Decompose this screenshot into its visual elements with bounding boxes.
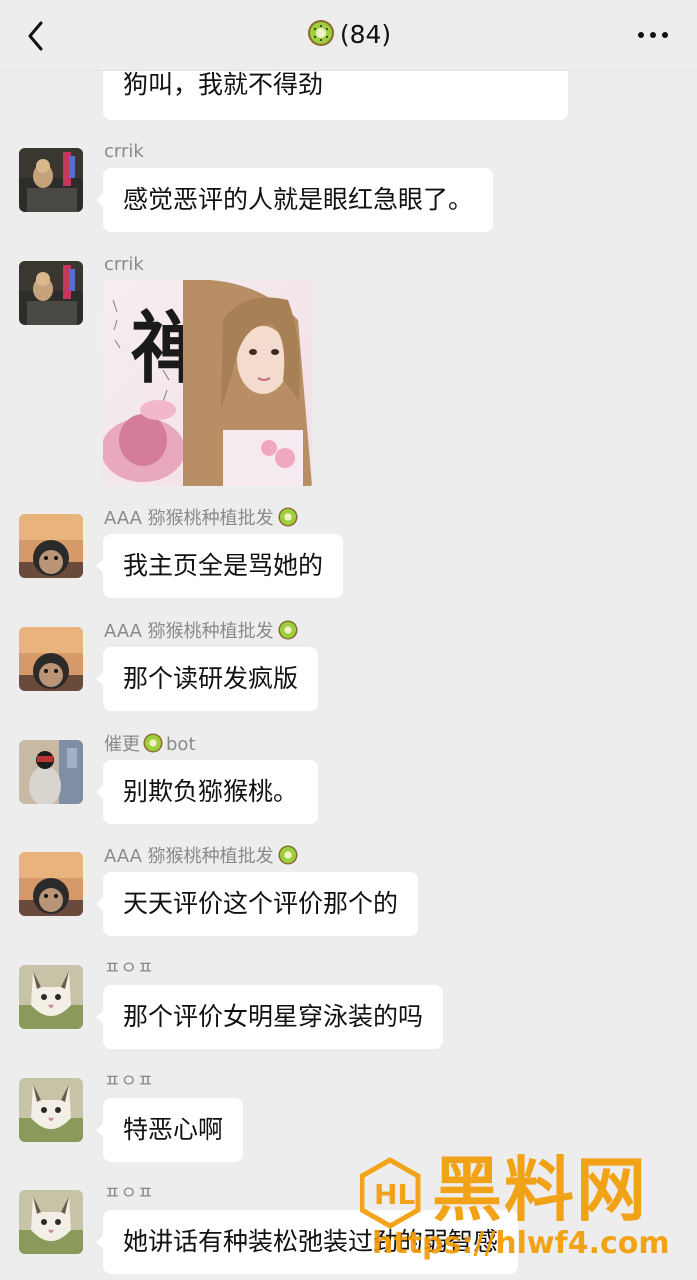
chat-member-count: (84) [339, 20, 392, 49]
message-text: 感觉恶评的人就是眼红急眼了。 [123, 185, 474, 214]
watermark-brand: 黑料网 [432, 1149, 648, 1231]
avatar[interactable] [19, 514, 83, 578]
message-text: 狗叫，我就不得劲 [123, 70, 324, 99]
sticker-image[interactable]: 禅 [103, 280, 312, 486]
message-bubble[interactable]: 那个读研发疯版 [95, 647, 319, 711]
sender-name: AAA 猕猴桃种植批发 [104, 506, 299, 535]
sender-name: ㅍㅇㅍ [104, 1183, 154, 1204]
message-text: 天天评价这个评价那个的 [123, 889, 399, 918]
watermark-url: https://hlwf4.com [372, 1226, 670, 1261]
sender-name: ㅍㅇㅍ [104, 1071, 154, 1092]
sender-name-suffix: bot [166, 734, 196, 755]
sender-name: crrik [104, 254, 144, 275]
avatar[interactable] [19, 965, 83, 1029]
kiwi-icon [277, 619, 299, 648]
message-text: 那个读研发疯版 [123, 664, 299, 693]
message-text: 别欺负猕猴桃。 [123, 777, 299, 806]
kiwi-icon [277, 506, 299, 535]
message-bubble[interactable]: 感觉恶评的人就是眼红急眼了。 [95, 168, 494, 232]
chat-message-list[interactable]: 狗叫，我就不得劲 crrik 感觉恶评的人就是眼红急眼了。 crrik 禅 AA… [0, 0, 697, 1280]
message-text: 我主页全是骂她的 [123, 551, 324, 580]
message-bubble[interactable]: 那个评价女明星穿泳装的吗 [95, 985, 444, 1049]
avatar[interactable] [19, 1078, 83, 1142]
avatar[interactable] [19, 852, 83, 916]
sender-name-text: AAA 猕猴桃种植批发 [104, 846, 274, 867]
sender-name: AAA 猕猴桃种植批发 [104, 844, 299, 873]
sender-name-prefix: 催更 [104, 734, 140, 755]
kiwi-icon [277, 844, 299, 873]
avatar[interactable] [19, 1190, 83, 1254]
chat-title: (84) [0, 18, 697, 57]
avatar[interactable] [19, 261, 83, 325]
kiwi-icon [142, 732, 164, 761]
svg-text:HL: HL [374, 1178, 415, 1211]
sender-name: AAA 猕猴桃种植批发 [104, 619, 299, 648]
avatar[interactable] [19, 627, 83, 691]
sender-name: ㅍㅇㅍ [104, 958, 154, 979]
message-text: 那个评价女明星穿泳装的吗 [123, 1002, 424, 1031]
message-text: 特恶心啊 [123, 1115, 224, 1144]
message-bubble[interactable]: 特恶心啊 [95, 1098, 244, 1162]
message-bubble[interactable]: 别欺负猕猴桃。 [95, 760, 319, 824]
avatar[interactable] [19, 148, 83, 212]
sender-name: crrik [104, 141, 144, 162]
more-button[interactable] [635, 22, 671, 48]
sender-name: 催更 bot [104, 732, 196, 761]
avatar[interactable] [19, 740, 83, 804]
more-dots-icon [638, 32, 668, 38]
message-bubble[interactable]: 天天评价这个评价那个的 [95, 872, 419, 936]
message-bubble[interactable]: 我主页全是骂她的 [95, 534, 344, 598]
chat-header: (84) [0, 0, 697, 71]
sender-name-text: AAA 猕猴桃种植批发 [104, 508, 274, 529]
sender-name-text: AAA 猕猴桃种植批发 [104, 621, 274, 642]
kiwi-icon [306, 18, 336, 57]
